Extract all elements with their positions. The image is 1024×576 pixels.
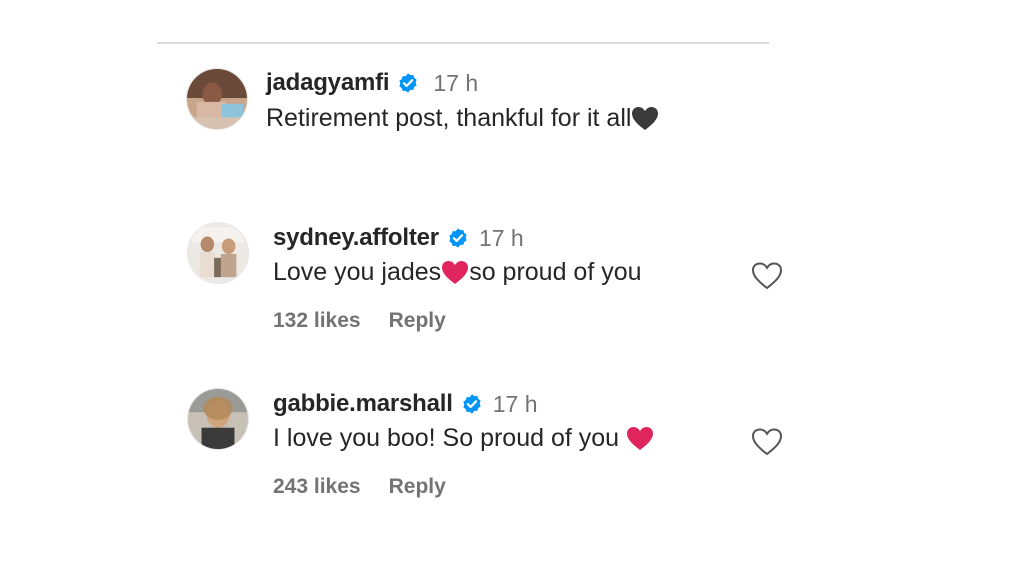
avatar-image-gabbie-marshall [188, 389, 248, 449]
comment-username[interactable]: gabbie.marshall [273, 390, 453, 418]
comment-username[interactable]: sydney.affolter [273, 224, 439, 252]
verified-badge-icon [461, 393, 483, 415]
avatar-image-sydney-affolter [188, 223, 248, 283]
avatar-image-jadagyamfi [187, 69, 247, 129]
caption-text: Retirement post, thankful for it all [266, 104, 632, 132]
reply-button[interactable]: Reply [389, 309, 446, 333]
comment-text-before: I love you boo! So proud of you [273, 424, 627, 452]
comment-likes-count[interactable]: 132 likes [273, 309, 361, 333]
comment-meta: 243 likes Reply [273, 475, 446, 499]
like-heart-outline-icon[interactable] [751, 427, 783, 457]
divider [157, 42, 769, 44]
comment-meta: 132 likes Reply [273, 309, 446, 333]
verified-badge-icon [397, 72, 419, 94]
comment-header: sydney.affolter 17 h [273, 223, 524, 253]
verified-badge-icon [447, 227, 469, 249]
caption-avatar[interactable] [186, 68, 248, 130]
comments-panel: jadagyamfi 17 h Retirement post, thankfu… [0, 0, 1024, 576]
like-heart-outline-icon[interactable] [751, 261, 783, 291]
red-heart-icon [626, 426, 654, 452]
comment-avatar[interactable] [187, 222, 249, 284]
comment-text-before: Love you jades [273, 258, 442, 286]
comment-avatar[interactable] [187, 388, 249, 450]
caption-timestamp: 17 h [433, 69, 479, 96]
caption-header: jadagyamfi 17 h [266, 68, 478, 98]
caption-text-line: Retirement post, thankful for it all [266, 104, 659, 133]
caption-username[interactable]: jadagyamfi [266, 69, 390, 97]
comment-text-line: I love you boo! So proud of you [273, 424, 654, 453]
comment-text-line: Love you jades so proud of you [273, 258, 642, 287]
black-heart-icon [631, 106, 659, 132]
comment-header: gabbie.marshall 17 h [273, 389, 538, 419]
red-heart-icon [441, 260, 469, 286]
comment-likes-count[interactable]: 243 likes [273, 475, 361, 499]
reply-button[interactable]: Reply [389, 475, 446, 499]
comment-timestamp: 17 h [492, 390, 538, 417]
comment-timestamp: 17 h [478, 224, 524, 251]
comment-text-after: so proud of you [469, 258, 642, 286]
